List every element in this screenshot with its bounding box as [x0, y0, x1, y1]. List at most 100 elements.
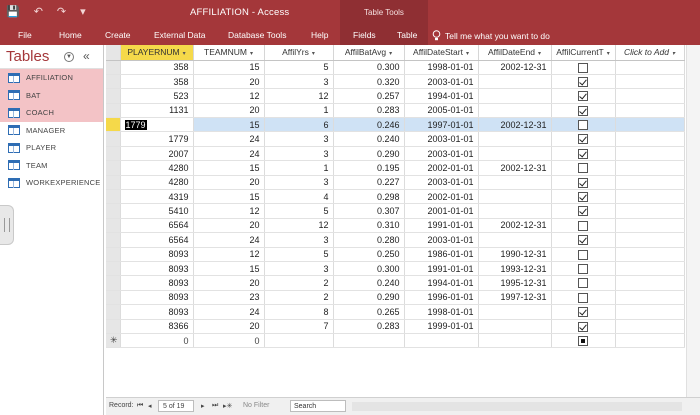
cell-affilbatavg[interactable]: 0.307 — [333, 203, 405, 219]
nav-pane-splitter-handle[interactable] — [0, 205, 14, 245]
table-row[interactable]: 6564 24 3 0.280 2003-01-01 — [106, 232, 685, 248]
cell-playernum[interactable]: 358 — [120, 74, 194, 90]
tab-table[interactable]: Table — [397, 30, 417, 40]
sort-dropdown-icon[interactable]: ▾ — [466, 51, 469, 57]
cell-affilyrs[interactable]: 7 — [264, 319, 334, 334]
cell-teamnum[interactable]: 15 — [193, 261, 265, 277]
cell-affilyrs[interactable]: 6 — [264, 117, 334, 133]
cell-click-to-add[interactable] — [615, 218, 685, 234]
checkbox-indeterminate[interactable] — [578, 335, 588, 346]
cell-click-to-add[interactable] — [615, 319, 685, 334]
cell-teamnum[interactable]: 20 — [193, 275, 265, 291]
select-all-corner[interactable] — [106, 45, 121, 61]
checkbox-unchecked[interactable] — [578, 163, 588, 174]
cell-affildatestart[interactable]: 1998-01-01 — [404, 304, 479, 320]
redo-icon[interactable]: ↷ — [57, 5, 66, 19]
cell-affilyrs[interactable]: 1 — [264, 160, 334, 176]
cell-playernum[interactable]: 6564 — [120, 218, 194, 234]
cell-affildateend[interactable]: 2002-12-31 — [478, 160, 552, 176]
cell-affilbatavg[interactable]: 0.227 — [333, 175, 405, 191]
search-input[interactable]: Search — [290, 400, 346, 412]
cell-affildateend[interactable] — [478, 203, 552, 219]
cell-affilbatavg[interactable] — [333, 333, 405, 349]
cell-click-to-add[interactable] — [615, 247, 685, 262]
cell-teamnum[interactable]: 15 — [193, 160, 265, 176]
checkbox-unchecked[interactable] — [578, 263, 588, 274]
cell-affildatestart[interactable]: 2001-01-01 — [404, 203, 479, 219]
cell-playernum[interactable]: 8093 — [120, 247, 194, 262]
cell-affildatestart[interactable]: 1998-01-01 — [404, 60, 479, 75]
cell-affilyrs[interactable]: 2 — [264, 290, 334, 306]
nav-item-team[interactable]: TEAM — [0, 157, 103, 175]
cell-affilbatavg[interactable]: 0.283 — [333, 319, 405, 334]
tab-create[interactable]: Create — [105, 30, 131, 40]
cell-click-to-add[interactable] — [615, 175, 685, 191]
record-selector[interactable] — [106, 261, 121, 277]
cell-teamnum[interactable]: 15 — [193, 60, 265, 75]
cell-affildatestart[interactable]: 1991-01-01 — [404, 218, 479, 234]
cell-affildateend[interactable] — [478, 88, 552, 104]
checkbox-checked[interactable] — [578, 321, 588, 332]
checkbox-unchecked[interactable] — [578, 249, 588, 260]
cell-click-to-add[interactable] — [615, 189, 685, 205]
cell-teamnum[interactable]: 15 — [193, 189, 265, 205]
cell-affildatestart[interactable]: 1986-01-01 — [404, 247, 479, 262]
table-row[interactable]: 2007 24 3 0.290 2003-01-01 — [106, 146, 685, 162]
undo-icon[interactable]: ↶ — [34, 5, 43, 19]
vertical-scrollbar[interactable] — [686, 45, 700, 397]
record-selector[interactable] — [106, 88, 121, 104]
cell-affildatestart[interactable]: 1994-01-01 — [404, 88, 479, 104]
cell-affildateend[interactable] — [478, 189, 552, 205]
cell-playernum[interactable]: 1131 — [120, 103, 194, 119]
column-header-affilbatavg[interactable]: AffilBatAvg ▾ — [333, 45, 405, 61]
nav-item-bat[interactable]: BAT — [0, 86, 103, 104]
record-selector[interactable] — [106, 131, 121, 147]
sort-dropdown-icon[interactable]: ▾ — [538, 51, 541, 57]
cell-edit-selection[interactable]: 1779 — [124, 119, 147, 130]
tab-external-data[interactable]: External Data — [154, 30, 206, 40]
cell-affilbatavg[interactable]: 0.300 — [333, 261, 405, 277]
cell-affilbatavg[interactable]: 0.290 — [333, 146, 405, 162]
tell-me-box[interactable]: Tell me what you want to do — [432, 30, 550, 41]
cell-affilyrs[interactable]: 1 — [264, 103, 334, 119]
cell-playernum[interactable]: 4280 — [120, 175, 194, 191]
record-selector[interactable] — [106, 304, 121, 320]
table-row[interactable]: 1131 20 1 0.283 2005-01-01 — [106, 103, 685, 119]
cell-playernum[interactable]: 523 — [120, 88, 194, 104]
record-selector[interactable] — [106, 189, 121, 205]
cell-affilyrs[interactable]: 5 — [264, 247, 334, 262]
record-selector[interactable] — [106, 74, 121, 90]
cell-affildatestart[interactable]: 1994-01-01 — [404, 275, 479, 291]
cell-affilbatavg[interactable]: 0.195 — [333, 160, 405, 176]
column-header-affildateend[interactable]: AffilDateEnd ▾ — [478, 45, 552, 61]
new-record-button[interactable]: ▸✳ — [223, 402, 232, 410]
cell-affildateend[interactable]: 1995-12-31 — [478, 275, 552, 291]
column-header-affildatestart[interactable]: AffilDateStart ▾ — [404, 45, 479, 61]
checkbox-checked[interactable] — [578, 148, 588, 159]
cell-playernum[interactable]: 5410 — [120, 203, 194, 219]
previous-record-button[interactable]: ◂ — [148, 402, 152, 410]
nav-pane-dropdown-icon[interactable]: ▼ — [64, 52, 74, 62]
table-row[interactable]: 358 20 3 0.320 2003-01-01 — [106, 74, 685, 90]
cell-teamnum[interactable]: 23 — [193, 290, 265, 306]
cell-affilyrs[interactable]: 2 — [264, 275, 334, 291]
cell-teamnum[interactable]: 12 — [193, 88, 265, 104]
checkbox-checked[interactable] — [578, 91, 588, 102]
cell-click-to-add[interactable] — [615, 117, 685, 133]
cell-affildateend[interactable]: 2002-12-31 — [478, 218, 552, 234]
cell-playernum[interactable]: 8366 — [120, 319, 194, 334]
checkbox-unchecked[interactable] — [578, 62, 588, 73]
cell-affildateend[interactable] — [478, 131, 552, 147]
cell-affildatestart[interactable]: 2003-01-01 — [404, 175, 479, 191]
tab-home[interactable]: Home — [59, 30, 82, 40]
cell-affildateend[interactable] — [478, 74, 552, 90]
cell-click-to-add[interactable] — [615, 261, 685, 277]
cell-playernum[interactable]: 4319 — [120, 189, 194, 205]
tab-database-tools[interactable]: Database Tools — [228, 30, 286, 40]
column-header-affilcurrentt[interactable]: AffilCurrentT ▾ — [551, 45, 616, 61]
cell-teamnum[interactable]: 24 — [193, 131, 265, 147]
sort-dropdown-icon[interactable]: ▾ — [183, 51, 186, 57]
cell-click-to-add[interactable] — [615, 290, 685, 306]
nav-item-coach[interactable]: COACH — [0, 104, 103, 122]
sort-dropdown-icon[interactable]: ▾ — [672, 51, 675, 57]
